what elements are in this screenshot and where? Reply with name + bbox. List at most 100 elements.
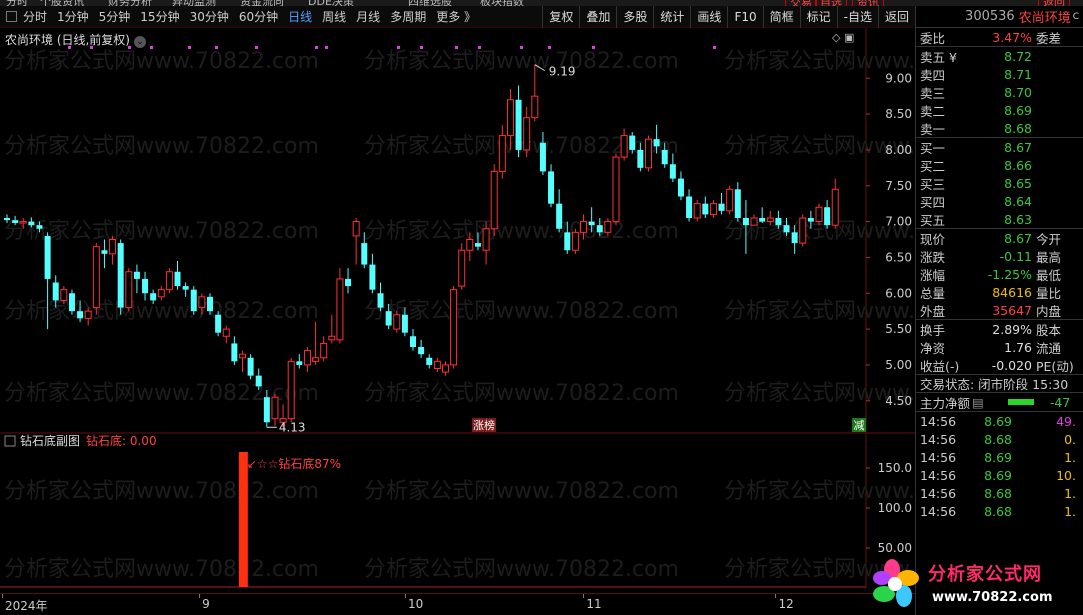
stock-name[interactable]: 农尚环境 [1019, 7, 1071, 26]
toolbar-button[interactable]: -自选 [836, 5, 878, 28]
period-tab[interactable]: 1分钟 [57, 8, 89, 25]
stat-row: 总量 84616 量比 [916, 283, 1083, 301]
watermark-text: 分析家公式网www.70822.com [364, 557, 679, 582]
period-tab[interactable]: 15分钟 [140, 8, 179, 25]
candle [726, 185, 734, 215]
toolbar-button[interactable]: 统计 [653, 5, 690, 28]
stat-label-secondary: 今开 [1036, 231, 1062, 247]
period-tab[interactable]: 日线 [288, 8, 312, 25]
stat-label: 外盘 [920, 303, 946, 319]
stat-value: 35647 [992, 302, 1032, 318]
event-marker [455, 46, 458, 49]
y-tick-label: 6.00 [885, 286, 912, 300]
candle [377, 282, 384, 312]
toolbar-button[interactable]: 叠加 [579, 5, 616, 28]
x-tick [583, 594, 585, 598]
toolbar-button[interactable]: 复权 [542, 5, 579, 28]
candle [133, 264, 140, 294]
book-level-price: 8.68 [1004, 120, 1032, 136]
period-tab[interactable]: 月线 [356, 8, 380, 25]
candle [759, 207, 766, 224]
book-row[interactable]: 买五 8.63 [916, 210, 1083, 228]
candle [815, 203, 823, 226]
candle [571, 228, 579, 254]
logo-text: 分析家公式网 [928, 564, 1042, 585]
trade-time: 14:56 [920, 467, 957, 483]
book-row[interactable]: 卖三 8.70 [916, 83, 1083, 101]
book-row[interactable]: 买四 8.64 [916, 192, 1083, 210]
toolbar-button[interactable]: F10 [727, 5, 762, 28]
stat-row: 净资 1.76 流通 [916, 338, 1083, 356]
y-tick-label: 5.00 [885, 358, 912, 372]
main-net-label: 主力净额 [920, 395, 971, 411]
list-icon[interactable]: ▤ [972, 395, 984, 410]
book-row[interactable]: 买二 8.66 [916, 156, 1083, 174]
watermark-text: 分析家公式网www.70822.com [4, 557, 319, 582]
trade-tick-row: 14:56 8.68 0. [916, 430, 1083, 448]
book-row[interactable]: 卖二 8.69 [916, 101, 1083, 119]
candle [450, 286, 458, 369]
toolbar-button[interactable]: 返回 [877, 5, 915, 28]
book-row[interactable]: 卖一 8.68 [916, 119, 1083, 137]
chart-corner-icons[interactable]: ◇ ▣ [832, 31, 854, 44]
main-net-row: 主力净额 ▤ -47 [916, 392, 1083, 412]
event-marker [592, 46, 595, 49]
stat-row: 换手 2.89% 股本 [916, 320, 1083, 338]
toolbar-button[interactable]: 画线 [690, 5, 727, 28]
period-list: 分时 1分钟 5分钟 15分钟 30分钟 60分钟 日线 周线 月线 多周期 更多 》 [23, 8, 486, 25]
ask-list: 卖五 ¥ 8.72 卖四 8.71 卖三 8.70 卖二 8.69 卖一 8.68 [916, 46, 1083, 137]
period-tab[interactable]: 更多 》 [436, 8, 476, 25]
period-tab[interactable]: 周线 [322, 8, 346, 25]
event-marker [478, 46, 481, 49]
book-level-price: 8.69 [1004, 102, 1032, 118]
candle [336, 268, 344, 344]
watermark-text: 分析家公式网www.70822.com [724, 49, 915, 74]
quote-header: 300536 农尚环境 C [916, 6, 1083, 28]
event-tag-right[interactable]: 减 [854, 419, 865, 432]
toolbar-checkbox[interactable] [6, 11, 17, 22]
stat-value: 8.67 [1004, 230, 1032, 246]
candle [320, 336, 328, 362]
event-marker [255, 46, 258, 49]
candle [799, 214, 807, 247]
sub-checkbox[interactable] [4, 435, 16, 447]
stock-flag: C [1072, 11, 1079, 22]
book-row[interactable]: 卖四 8.71 [916, 65, 1083, 83]
candle [328, 314, 336, 344]
chevron-down-icon[interactable]: ⌄ [134, 36, 146, 48]
bid-list: 买一 8.67 买二 8.66 买三 8.65 买四 8.64 买五 8.63 [916, 137, 1083, 228]
book-level-price: 8.67 [1004, 139, 1032, 155]
book-row[interactable]: 买一 8.67 [916, 138, 1083, 156]
candle [222, 325, 230, 344]
event-marker [420, 46, 423, 49]
event-marker [713, 46, 716, 49]
period-tab[interactable]: 分时 [23, 8, 47, 25]
x-tick-label: 2024年 [5, 599, 48, 613]
stat-label-secondary: PE(动) [1036, 358, 1074, 374]
watermark-text: 分析家公式网www.70822.com [364, 479, 679, 504]
trade-price: 8.69 [984, 413, 1012, 429]
candle [345, 268, 352, 294]
period-tab[interactable]: 5分钟 [99, 8, 131, 25]
toolbar-button[interactable]: 简框 [762, 5, 800, 28]
candle [418, 339, 425, 358]
toolbar-button[interactable]: 标记 [799, 5, 837, 28]
high-label: 9.19 [549, 65, 576, 79]
book-row[interactable]: 买三 8.65 [916, 174, 1083, 192]
period-tab[interactable]: 30分钟 [190, 8, 229, 25]
book-row[interactable]: 卖五 ¥ 8.72 [916, 47, 1083, 65]
candle [174, 261, 181, 290]
candle [677, 171, 684, 201]
event-tag[interactable]: 涨榜 [473, 418, 495, 432]
trade-tick-row: 14:56 8.68 1. [916, 484, 1083, 502]
stat-value: 2.89% [992, 321, 1032, 337]
period-tab[interactable]: 多周期 [390, 8, 426, 25]
kline-chart[interactable]: 分析家公式网www.70822.com 分析家公式网www.70822.com 分析… [0, 28, 915, 588]
sub-chart-title: 钻石底副图 [20, 433, 80, 448]
stat-row: 现价 8.67 今开 [916, 229, 1083, 247]
trade-time: 14:56 [920, 449, 957, 465]
book-level-label: 卖二 [920, 103, 946, 119]
candle [303, 347, 311, 373]
toolbar-button[interactable]: 多股 [616, 5, 653, 28]
period-tab[interactable]: 60分钟 [239, 8, 278, 25]
